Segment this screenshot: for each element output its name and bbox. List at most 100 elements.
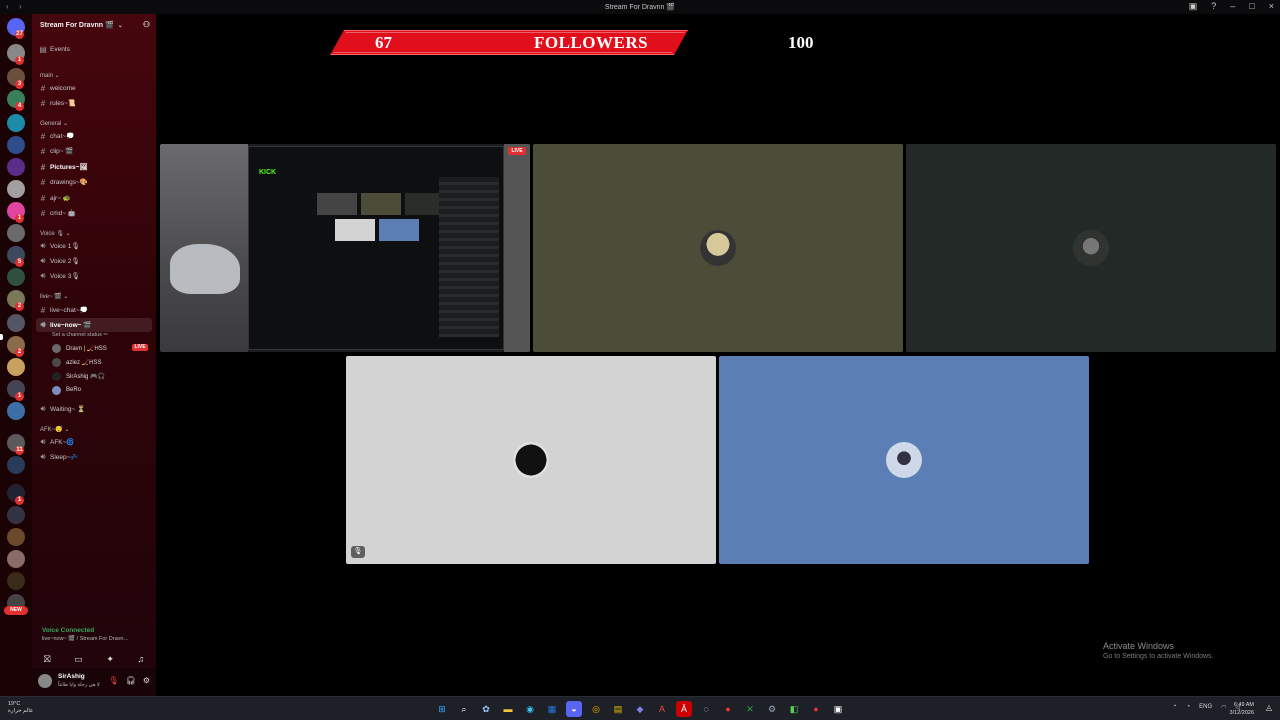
voice-member[interactable]: SirAshig 🎮🎧: [52, 370, 105, 382]
channel-welcome[interactable]: # welcome: [36, 81, 160, 95]
cloud-shape: [170, 244, 240, 294]
server-icon[interactable]: [7, 114, 25, 132]
minimize-button[interactable]: –: [1230, 1, 1235, 12]
search-icon[interactable]: ⌕: [456, 701, 472, 717]
app-icon[interactable]: ▣: [830, 701, 846, 717]
language-indicator[interactable]: ENG: [1199, 704, 1212, 711]
channel-waiting[interactable]: 🔊︎ Waiting~ ⏳: [36, 402, 160, 416]
notes-icon[interactable]: ▤: [610, 701, 626, 717]
participant-tile[interactable]: 🎙︎: [346, 356, 716, 564]
server-icon[interactable]: [7, 314, 25, 332]
server-icon[interactable]: [7, 180, 25, 198]
help-icon[interactable]: ?: [1211, 1, 1216, 12]
wifi-icon[interactable]: ◠: [1221, 704, 1226, 711]
app-icon[interactable]: ◆: [632, 701, 648, 717]
channel-voice-1[interactable]: 🔊︎ Voice 1🎙: [36, 239, 160, 253]
server-icon[interactable]: [7, 456, 25, 474]
soundboard-icon[interactable]: ♫: [137, 654, 144, 665]
weather-widget[interactable]: 19°C عالم حرارة: [8, 701, 33, 715]
app-icon[interactable]: ●: [808, 701, 824, 717]
start-icon[interactable]: ⊞: [434, 701, 450, 717]
headset-icon[interactable]: 🎧︎: [126, 676, 136, 685]
screen-share-icon[interactable]: ▭: [74, 654, 83, 665]
acrobat-icon[interactable]: A: [654, 701, 670, 717]
voice-location[interactable]: live~now~ 🎬 / Stream For Dravn…: [42, 636, 129, 642]
voice-member[interactable]: BeRo: [52, 384, 81, 396]
discord-window: ‹ › Stream For Dravnn 🎬 ▣ ? – □ × 27 1 3…: [0, 0, 1280, 720]
app-icon[interactable]: ◧: [786, 701, 802, 717]
tray-icon[interactable]: ◔: [1186, 704, 1190, 711]
mini-tile: [379, 219, 419, 241]
channel-ajr[interactable]: # ajr~ 🐢: [36, 191, 160, 205]
settings-icon[interactable]: ⚙: [143, 676, 150, 685]
app-icon[interactable]: Ā: [676, 701, 692, 717]
username: SirAshig: [58, 673, 85, 680]
server-icon[interactable]: [7, 506, 25, 524]
stream-sidebar: [504, 144, 530, 352]
channel-voice-3[interactable]: 🔊︎ Voice 3🎙: [36, 269, 160, 283]
maximize-button[interactable]: □: [1249, 1, 1254, 12]
voice-status[interactable]: Voice Connected: [42, 627, 94, 634]
copilot-icon[interactable]: ✿: [478, 701, 494, 717]
discord-icon[interactable]: ◒: [566, 701, 582, 717]
chevron-up-icon[interactable]: ⌃: [1172, 704, 1177, 711]
participant-tile[interactable]: [719, 356, 1089, 564]
clock[interactable]: 6:49 AM 3/12/2026: [1230, 701, 1254, 717]
channel-live-now[interactable]: 🔊︎ live~now~ 🎬: [36, 318, 152, 332]
channel-chat[interactable]: # chat~💭: [36, 129, 160, 143]
participant-tile[interactable]: [533, 144, 903, 352]
channel-drawings[interactable]: # drawings~🎨: [36, 175, 160, 189]
category-afk[interactable]: AFK~😴 ⌄: [40, 426, 69, 433]
events-item[interactable]: ▤ Events: [36, 42, 160, 56]
server-icon[interactable]: [7, 550, 25, 568]
camera-off-icon[interactable]: ⛝: [44, 654, 51, 665]
channel-rules[interactable]: # rules~📜: [36, 96, 160, 110]
channel-voice-2[interactable]: 🔊︎ Voice 2🎙: [36, 254, 160, 268]
invite-icon[interactable]: ⚇: [143, 20, 150, 29]
inbox-icon[interactable]: ▣: [1189, 1, 1198, 12]
server-icon[interactable]: [7, 224, 25, 242]
avatar[interactable]: [38, 674, 52, 688]
channel-cmd[interactable]: # cmd~ 🤖: [36, 206, 160, 220]
server-icon[interactable]: [7, 268, 25, 286]
mini-tile: [317, 193, 357, 215]
server-icon[interactable]: [7, 528, 25, 546]
stream-tile[interactable]: KICK LIVE: [160, 144, 530, 352]
notification-badge: 5: [15, 258, 24, 267]
category-live[interactable]: live~ 🎬 ⌄: [40, 293, 68, 300]
steam-icon[interactable]: ⚙: [764, 701, 780, 717]
channel-live-chat[interactable]: # live~chat~💭: [36, 303, 160, 317]
channel-pictures[interactable]: # Pictures~🖼: [36, 160, 160, 174]
category-general[interactable]: General ⌄: [40, 120, 68, 127]
server-header[interactable]: Stream For Dravnn 🎬 ⌄ ⚇: [32, 14, 156, 36]
edge-icon[interactable]: ◉: [522, 701, 538, 717]
server-icon[interactable]: [7, 158, 25, 176]
app-icon[interactable]: ◌: [698, 701, 714, 717]
mute-icon[interactable]: 🎙︎: [109, 676, 119, 685]
notification-badge: 1: [15, 392, 24, 401]
server-icon[interactable]: [7, 136, 25, 154]
voice-member[interactable]: azlez 🏒HSS: [52, 356, 101, 368]
voice-member[interactable]: Dravn | 🏒HSS: [52, 342, 107, 354]
channel-sleep[interactable]: 🔊︎ Sleep~💤: [36, 450, 160, 464]
xbox-icon[interactable]: ✕: [742, 701, 758, 717]
activities-icon[interactable]: ✦: [106, 654, 114, 665]
app-icon[interactable]: ●: [720, 701, 736, 717]
participant-tile[interactable]: [906, 144, 1276, 352]
chrome-icon[interactable]: ◎: [588, 701, 604, 717]
notification-icon[interactable]: ◬: [1266, 703, 1272, 712]
category-voice[interactable]: Voice 🎙 ⌄: [40, 230, 71, 237]
server-icon[interactable]: [7, 572, 25, 590]
server-icon[interactable]: [7, 402, 25, 420]
channel-label: Waiting~ ⏳: [50, 406, 86, 413]
store-icon[interactable]: ▦: [544, 701, 560, 717]
channel-clip[interactable]: # clip~ 🎬: [36, 144, 160, 158]
file-explorer-icon[interactable]: ▬: [500, 701, 516, 717]
channel-afk[interactable]: 🔊︎ AFK~🌀: [36, 435, 160, 449]
channel-status[interactable]: Set a channel status ✏: [52, 332, 108, 338]
category-main[interactable]: main ⌄: [40, 72, 60, 79]
category-label: main: [40, 73, 54, 79]
avatar: [52, 385, 61, 395]
server-icon[interactable]: [7, 358, 25, 376]
close-button[interactable]: ×: [1269, 1, 1274, 12]
